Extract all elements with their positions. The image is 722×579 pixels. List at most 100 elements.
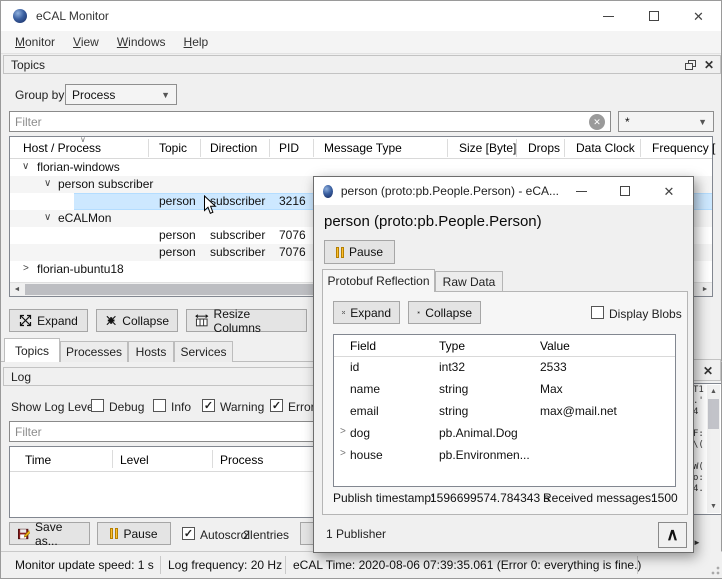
title-bar: eCAL Monitor ✕: [1, 1, 721, 31]
col-process[interactable]: Process: [220, 453, 263, 467]
close-dock-icon[interactable]: ✕: [704, 59, 714, 71]
close-button[interactable]: ✕: [647, 178, 691, 204]
host-label: florian-ubuntu18: [37, 262, 124, 276]
pause-icon: [336, 247, 344, 258]
tab-services[interactable]: Services: [174, 341, 233, 362]
chevron-down-icon[interactable]: ∨: [44, 178, 51, 189]
maximize-button[interactable]: [603, 178, 647, 204]
expand-icon: [342, 306, 345, 319]
dialog-collapse-button[interactable]: Collapse: [408, 301, 481, 324]
topics-dock-title: Topics: [11, 58, 45, 72]
col-level[interactable]: Level: [120, 453, 149, 467]
topics-table-header[interactable]: ∨ Host / Process Topic Direction PID Mes…: [10, 137, 712, 159]
collapse-panel-button[interactable]: ∧: [658, 522, 687, 548]
tab-hosts-label: Hosts: [136, 345, 167, 359]
tab-topics[interactable]: Topics: [4, 338, 60, 362]
group-by-value: Process: [72, 88, 115, 102]
display-blobs-checkbox[interactable]: [591, 306, 604, 319]
log-pause-button[interactable]: Pause: [97, 522, 171, 545]
col-drops[interactable]: Drops: [528, 141, 560, 155]
dialog-expand-button[interactable]: Expand: [333, 301, 400, 324]
scroll-down-icon[interactable]: ▼: [707, 500, 720, 513]
cell-type: string: [439, 404, 468, 418]
col-direction[interactable]: Direction: [210, 141, 257, 155]
chevron-down-icon[interactable]: ∨: [22, 161, 29, 172]
scroll-right-icon[interactable]: ►: [693, 538, 701, 547]
warning-checkbox[interactable]: [202, 399, 215, 412]
expand-icon: [19, 314, 32, 327]
dialog-pause-button[interactable]: Pause: [324, 240, 395, 264]
expand-button[interactable]: Expand: [9, 309, 88, 332]
autoscroll-checkbox[interactable]: [182, 527, 195, 540]
collapse-icon: [105, 314, 117, 327]
menu-windows[interactable]: Windows: [108, 32, 175, 52]
float-dock-icon[interactable]: [685, 60, 696, 70]
scroll-left-icon[interactable]: ◄: [10, 283, 24, 296]
debug-checkbox[interactable]: [91, 399, 104, 412]
tab-processes-label: Processes: [66, 345, 122, 359]
maximize-button[interactable]: [631, 2, 676, 30]
menu-view[interactable]: View: [64, 32, 108, 52]
field-row[interactable]: email string max@mail.net: [334, 400, 675, 422]
menu-help[interactable]: Help: [175, 32, 218, 52]
collapse-button[interactable]: Collapse: [96, 309, 178, 332]
minimize-button[interactable]: [586, 2, 631, 30]
col-time[interactable]: Time: [25, 453, 51, 467]
menu-monitor[interactable]: Monitor: [6, 32, 64, 52]
col-pid[interactable]: PID: [279, 141, 299, 155]
minimize-button[interactable]: [559, 178, 603, 204]
resize-columns-button[interactable]: Resize Columns: [186, 309, 307, 332]
dialog-window-title: person (proto:pb.People.Person) - eCA...: [341, 184, 559, 198]
resize-grip[interactable]: [710, 565, 720, 575]
cell-type: pb.Animal.Dog: [439, 426, 518, 440]
field-row[interactable]: > dog pb.Animal.Dog: [334, 422, 675, 444]
cell-direction: subscriber: [210, 228, 265, 242]
log-pause-label: Pause: [123, 527, 157, 541]
received-messages-label: Received messages:: [543, 491, 654, 505]
col-field[interactable]: Field: [350, 339, 376, 353]
error-checkbox[interactable]: [270, 399, 283, 412]
tab-protobuf-reflection[interactable]: Protobuf Reflection: [322, 269, 435, 292]
field-row[interactable]: name string Max: [334, 378, 675, 400]
scroll-up-icon[interactable]: ▲: [707, 385, 720, 398]
collapse-icon: [417, 306, 420, 319]
close-dock-icon[interactable]: ✕: [703, 365, 713, 377]
chevron-right-icon[interactable]: >: [23, 263, 29, 274]
col-message-type[interactable]: Message Type: [324, 141, 402, 155]
col-frequency[interactable]: Frequency [: [652, 141, 715, 155]
group-by-select[interactable]: Process ▼: [65, 84, 177, 105]
col-value[interactable]: Value: [540, 339, 570, 353]
col-host-process[interactable]: Host / Process: [23, 141, 101, 155]
process-label: eCALMon: [58, 211, 111, 225]
col-type[interactable]: Type: [439, 339, 465, 353]
cell-pid: 3216: [279, 194, 306, 208]
field-row[interactable]: id int32 2533: [334, 356, 675, 378]
scroll-right-icon[interactable]: ►: [698, 283, 712, 296]
info-checkbox[interactable]: [153, 399, 166, 412]
status-bar: Monitor update speed: 1 s Log frequency:…: [1, 551, 722, 578]
filter-mode-select[interactable]: * ▼: [618, 111, 714, 132]
vertical-scrollbar[interactable]: ▲ ▼: [707, 385, 720, 513]
tab-hosts[interactable]: Hosts: [128, 341, 174, 362]
tree-row-host[interactable]: ∨ florian-windows: [10, 159, 712, 176]
topics-filter-input[interactable]: [9, 111, 611, 132]
chevron-down-icon: ▼: [698, 117, 707, 127]
tab-processes[interactable]: Processes: [60, 341, 128, 362]
warning-label: Warning: [220, 400, 264, 414]
chevron-right-icon[interactable]: >: [340, 426, 346, 437]
scrollbar-thumb[interactable]: [708, 399, 719, 429]
col-data-clock[interactable]: Data Clock: [576, 141, 635, 155]
close-button[interactable]: ✕: [676, 2, 721, 30]
field-row[interactable]: > house pb.Environmen...: [334, 444, 675, 466]
chevron-down-icon[interactable]: ∨: [44, 212, 51, 223]
cell-field: email: [350, 404, 379, 418]
save-as-button[interactable]: Save as...: [9, 522, 90, 545]
col-size[interactable]: Size [Byte]: [459, 141, 516, 155]
error-label: Error: [288, 400, 315, 414]
col-topic[interactable]: Topic: [159, 141, 187, 155]
app-icon: [323, 185, 333, 198]
publish-timestamp-value: 1596699574.784343 s: [430, 491, 549, 505]
chevron-right-icon[interactable]: >: [340, 448, 346, 459]
tab-raw-data[interactable]: Raw Data: [435, 271, 503, 292]
clear-filter-icon[interactable]: ✕: [589, 114, 605, 130]
